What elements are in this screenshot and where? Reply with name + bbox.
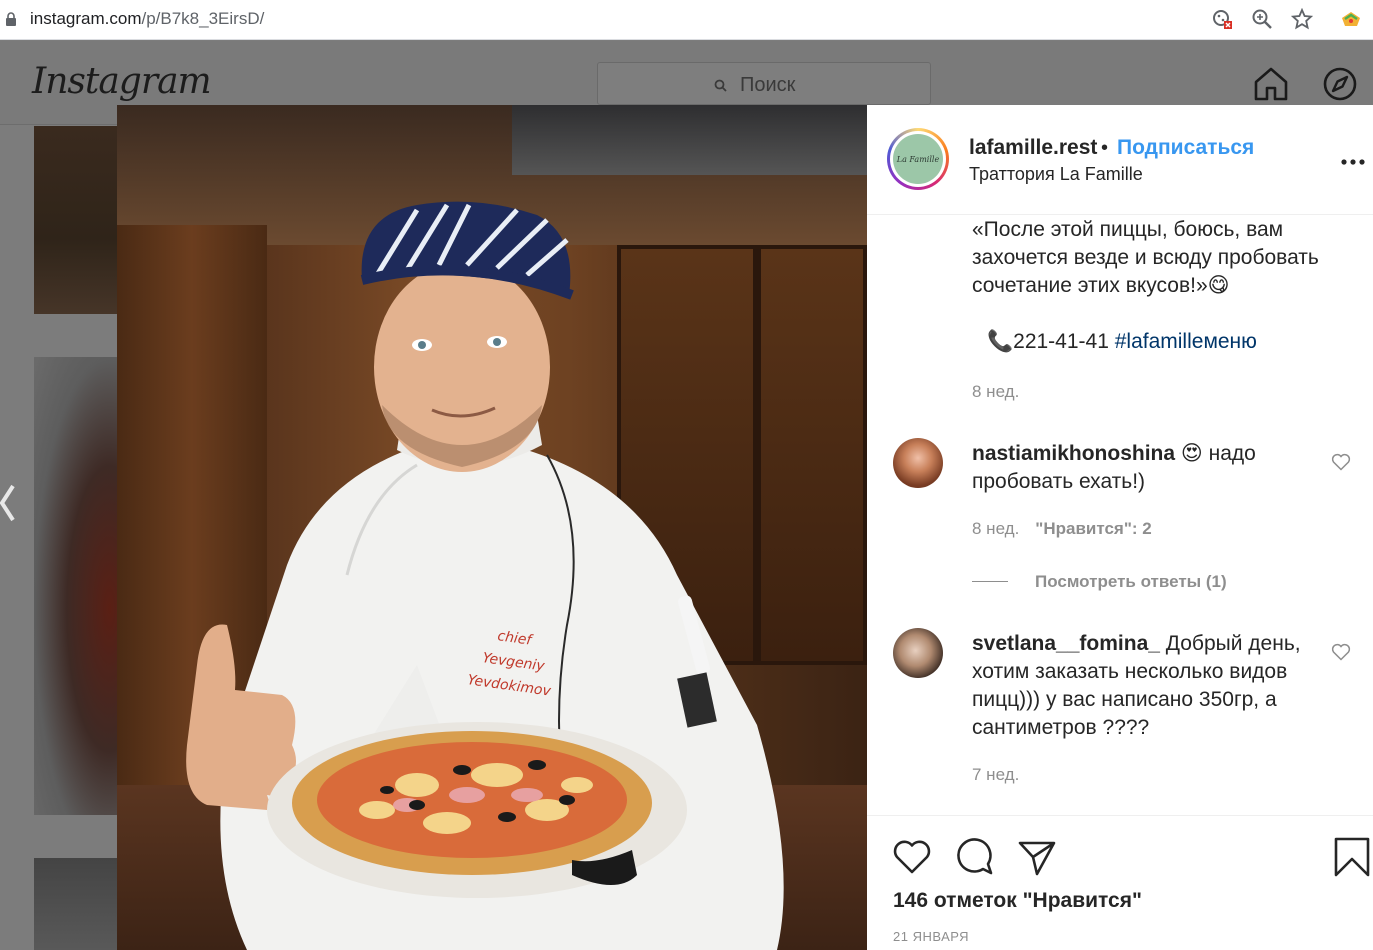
url-field[interactable]: instagram.com/p/B7k8_3EirsD/ [30,9,264,29]
extension-icon[interactable] [1340,8,1362,30]
cookie-blocked-icon[interactable] [1211,8,1233,30]
avatar-logo-text: La Famille [896,154,940,164]
avatar[interactable]: La Famille [887,128,949,190]
commenter-avatar[interactable] [893,628,943,678]
post-photo[interactable]: chief Yevgeniy Yevdokimov [117,105,867,950]
explore-compass-icon[interactable] [1323,67,1357,101]
chef-with-pizza-image: chief Yevgeniy Yevdokimov [186,201,784,950]
zoom-icon[interactable] [1251,8,1273,30]
more-options-icon[interactable] [1341,158,1365,166]
comment-meta: 7 нед. [972,765,1019,785]
home-icon[interactable] [1253,66,1289,102]
post-header: La Famille lafamille.rest • Подписаться … [867,105,1373,215]
comment-username[interactable]: svetlana__fomina_ [972,632,1160,655]
previous-post-arrow-icon[interactable] [0,484,16,522]
comment-bubble-icon[interactable] [955,837,995,877]
post-caption: «После этой пиццы, боюсь, вам захочется … [972,218,1319,297]
caption-phone: 📞221-41-41 [987,330,1109,353]
comment-timestamp[interactable]: 8 нед. [972,519,1019,538]
comment-like-heart-icon[interactable] [1331,643,1351,661]
view-replies-button[interactable]: Посмотреть ответы (1) [1035,572,1227,592]
comment-like-heart-icon[interactable] [1331,453,1351,471]
url-path: /p/B7k8_3EirsD/ [141,9,265,28]
post-location[interactable]: Траттория La Famille [969,164,1143,185]
caption-hashtag-link[interactable]: #lafamilleменю [1115,330,1257,353]
post-username[interactable]: lafamille.rest [969,136,1097,160]
likes-count[interactable]: 146 отметок "Нравится" [893,889,1142,913]
feed-thumbnail[interactable] [34,126,118,314]
replies-divider [972,581,1008,582]
lock-icon [6,12,16,26]
post-actions: 146 отметок "Нравится" 21 ЯНВАРЯ [867,815,1373,950]
save-bookmark-icon[interactable] [1332,837,1372,877]
comment-text: nastiamikhonoshina 😍 надо пробовать ехат… [972,440,1332,496]
comments-list[interactable]: «После этой пиццы, боюсь, вам захочется … [867,216,1373,816]
follow-button[interactable]: Подписаться [1117,136,1254,160]
comment-username[interactable]: nastiamikhonoshina [972,442,1175,465]
comment-text: svetlana__fomina_ Добрый день, хотим зак… [972,630,1332,742]
feed-thumbnail[interactable] [34,357,118,815]
caption-timestamp[interactable]: 8 нед. [972,382,1019,402]
post-side-panel: La Famille lafamille.rest • Подписаться … [867,105,1373,950]
avatar-image: La Famille [893,134,943,184]
caption-contact-line: 📞221-41-41 #lafamilleменю [987,330,1257,354]
search-input[interactable]: Поиск [597,62,931,105]
search-placeholder: Поиск [740,74,796,96]
browser-address-bar: instagram.com/p/B7k8_3EirsD/ [0,0,1373,40]
comment-likes-count[interactable]: "Нравится": 2 [1035,519,1151,538]
separator-dot: • [1101,137,1109,159]
instagram-logo[interactable]: Instagram [32,61,212,102]
bookmark-star-icon[interactable] [1291,8,1313,30]
commenter-avatar[interactable] [893,438,943,488]
search-icon [714,79,727,92]
like-heart-icon[interactable] [892,837,932,877]
share-paper-plane-icon[interactable] [1017,837,1057,877]
url-host: instagram.com [30,9,142,28]
post-date[interactable]: 21 ЯНВАРЯ [893,929,969,944]
avatar-border: La Famille [890,131,946,187]
comment-timestamp[interactable]: 7 нед. [972,765,1019,784]
comment-meta: 8 нед. "Нравится": 2 [972,519,1152,539]
feed-thumbnail[interactable] [34,858,118,950]
